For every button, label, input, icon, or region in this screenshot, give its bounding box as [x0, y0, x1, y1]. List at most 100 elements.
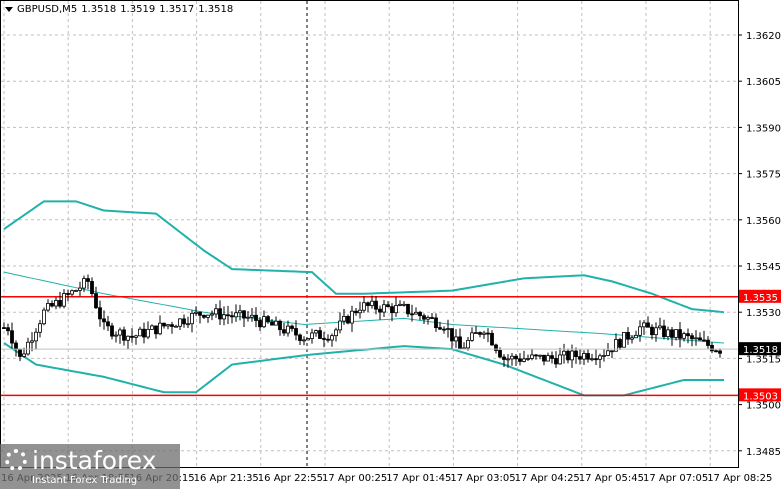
candle-body — [94, 293, 98, 309]
candle-body — [278, 320, 282, 331]
candle-body — [662, 325, 666, 338]
candle-body — [522, 358, 526, 362]
candle-body — [318, 330, 322, 339]
candle-body — [134, 335, 138, 338]
price-chart[interactable]: 1.3620 1.3605 1.3590 1.3575 1.3560 1.3545 1.35… — [0, 0, 781, 489]
symbol-label: GBPUSD,M5 — [17, 4, 78, 15]
candle-body — [646, 322, 650, 328]
candle-body — [478, 332, 482, 335]
candle-body — [218, 308, 222, 320]
candle-body — [262, 316, 266, 328]
candle-body — [158, 322, 162, 335]
y-tick-label: 1.3620 — [746, 31, 781, 42]
candle-body — [198, 311, 202, 316]
candle-body — [706, 339, 710, 346]
candle-body — [554, 358, 558, 365]
candle-body — [410, 313, 414, 316]
candle-body — [18, 348, 22, 357]
y-tick-label: 1.3530 — [746, 308, 781, 319]
candle-body — [634, 334, 638, 339]
candle-body — [138, 328, 142, 337]
candle-body — [206, 314, 210, 318]
candle-body — [394, 305, 398, 314]
candle-body — [626, 332, 630, 340]
candle-body — [54, 300, 58, 307]
candle-body — [222, 314, 226, 320]
candle-body — [474, 332, 478, 334]
candle-body — [174, 325, 178, 328]
candle-body — [266, 316, 270, 323]
x-tick-label: 16 Apr 21:35 — [194, 473, 259, 484]
candle-body — [234, 312, 238, 318]
candle-body — [370, 300, 374, 306]
candle-body — [574, 350, 578, 358]
candle-body — [486, 332, 490, 335]
candle-body — [338, 320, 342, 331]
ohlc-close: 1.3518 — [198, 4, 234, 15]
candle-body — [270, 321, 274, 326]
candle-body — [238, 310, 242, 314]
candle-body — [526, 358, 530, 360]
candle-body — [70, 290, 74, 295]
candle-body — [374, 300, 378, 310]
candle-body — [558, 354, 562, 365]
candle-body — [154, 325, 158, 335]
y-tick-label: 1.3560 — [746, 216, 781, 227]
candle-body — [350, 310, 354, 324]
candle-body — [290, 325, 294, 329]
candle-body — [354, 310, 358, 314]
candle-body — [342, 315, 346, 322]
candle-body — [682, 333, 686, 339]
candle-body — [186, 323, 190, 326]
candle-body — [718, 350, 722, 354]
candle-body — [30, 340, 34, 343]
candle-body — [42, 309, 46, 325]
candle-body — [438, 327, 442, 330]
instaforex-watermark: instaforex Instant Forex Trading — [0, 444, 180, 489]
level-price-label: 1.3535 — [743, 293, 778, 304]
candle-body — [458, 336, 462, 349]
candle-body — [258, 320, 262, 328]
candle-body — [286, 325, 290, 334]
candle-body — [302, 339, 306, 342]
dropdown-triangle-icon[interactable] — [5, 7, 13, 12]
candle-body — [466, 339, 470, 349]
candle-body — [226, 314, 230, 317]
candle-body — [566, 350, 570, 361]
candle-body — [86, 278, 90, 282]
candle-body — [514, 355, 518, 360]
candle-body — [386, 304, 390, 308]
candle-body — [326, 338, 330, 341]
candle-body — [598, 355, 602, 360]
candle-body — [334, 329, 338, 337]
current-price-label: 1.3518 — [743, 345, 778, 356]
candle-body — [106, 321, 110, 327]
candle-body — [534, 354, 538, 357]
candle-body — [90, 281, 94, 294]
candle-body — [666, 329, 670, 338]
x-tick-label: 17 Apr 07:05 — [643, 473, 708, 484]
candle-body — [654, 327, 658, 336]
candle-body — [102, 318, 106, 323]
candle-body — [686, 333, 690, 337]
chart-title: GBPUSD,M5 1.3518 1.3519 1.3517 1.3518 — [5, 4, 233, 15]
candle-body — [542, 354, 546, 362]
candle-body — [506, 358, 510, 361]
candle-body — [446, 328, 450, 330]
candle-body — [618, 339, 622, 348]
candle-body — [210, 313, 214, 316]
candle-body — [250, 314, 254, 318]
candle-body — [46, 303, 50, 311]
candle-body — [650, 326, 654, 336]
ohlc-high: 1.3519 — [120, 4, 156, 15]
candle-body — [182, 318, 186, 325]
candle-body — [142, 328, 146, 338]
candle-body — [114, 334, 118, 337]
candle-body — [674, 329, 678, 338]
candle-body — [378, 308, 382, 313]
candle-body — [166, 324, 170, 327]
x-tick-label: 17 Apr 00:25 — [322, 473, 387, 484]
candle-body — [582, 353, 586, 360]
candle-body — [202, 314, 206, 318]
candle-body — [382, 304, 386, 313]
